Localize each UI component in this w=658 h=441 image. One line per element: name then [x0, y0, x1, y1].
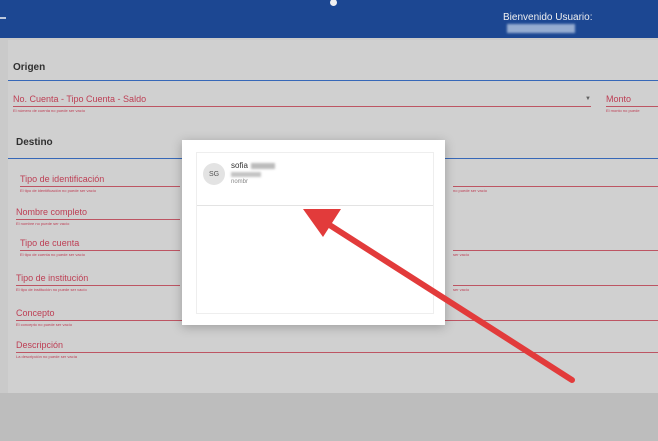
contact-subtitle-text: nombr — [231, 179, 249, 185]
amount-field-label: Monto — [606, 94, 632, 104]
contact-name: sofia — [231, 161, 275, 170]
right-field-2-error: ser vacío — [453, 252, 470, 257]
origen-title: Origen — [13, 62, 46, 73]
account-type-label: Tipo de cuenta — [20, 238, 80, 248]
institution-type-field[interactable]: Tipo de institución El tipo de instituci… — [16, 273, 180, 292]
right-field-3[interactable]: ser vacío — [453, 273, 658, 292]
list-divider — [197, 205, 433, 206]
right-field-2[interactable]: ser vacío — [453, 238, 658, 257]
account-select-error: El número de cuenta no puede ser vacío — [13, 108, 86, 113]
right-field-1[interactable]: no puede ser vacío — [453, 174, 658, 193]
contact-name-redacted — [250, 162, 275, 169]
full-name-label: Nombre completo — [16, 207, 88, 217]
contact-subtitle: nombr — [231, 172, 261, 185]
username-redacted — [507, 23, 575, 33]
amount-field-error: El monto no puede — [606, 108, 640, 113]
concept-label: Concepto — [16, 308, 55, 318]
origen-divider — [8, 80, 658, 81]
right-field-3-error: ser vacío — [453, 287, 470, 292]
avatar: SG — [203, 163, 225, 185]
welcome-text: Bienvenido Usuario: — [503, 12, 658, 34]
id-type-field[interactable]: Tipo de identificación El tipo de identi… — [20, 174, 180, 193]
description-label: Descripción — [16, 340, 64, 350]
chevron-down-icon: ▼ — [585, 96, 591, 102]
id-type-label: Tipo de identificación — [20, 174, 105, 184]
contact-list: SG sofia nombr — [196, 152, 434, 314]
contact-name-text: sofia — [231, 161, 248, 170]
bottom-bar — [0, 393, 658, 441]
description-error: La descripción no puede ser vacía — [16, 354, 77, 359]
welcome-label: Bienvenido Usuario: — [503, 12, 593, 23]
account-type-error: El tipo de cuenta no puede ser vacío — [20, 252, 85, 257]
menu-icon[interactable] — [0, 17, 6, 19]
destino-title: Destino — [16, 137, 53, 148]
contact-subtitle-redacted — [231, 172, 261, 177]
camera-notch — [330, 0, 337, 6]
institution-type-error: El tipo de institución no puede ser vací… — [16, 287, 87, 292]
contact-picker-dialog: SG sofia nombr — [182, 140, 445, 325]
concept-error: El concepto no puede ser vacío — [16, 322, 73, 327]
full-name-field[interactable]: Nombre completo El nombre no puede ser v… — [16, 207, 180, 226]
id-type-error: El tipo de identificación no puede ser v… — [20, 188, 97, 193]
account-type-field[interactable]: Tipo de cuenta El tipo de cuenta no pued… — [20, 238, 180, 257]
top-app-bar: Bienvenido Usuario: — [0, 0, 658, 38]
institution-type-label: Tipo de institución — [16, 273, 89, 283]
account-select[interactable]: No. Cuenta - Tipo Cuenta - Saldo ▼ El nú… — [13, 90, 591, 113]
amount-field[interactable]: Monto El monto no puede — [606, 90, 658, 113]
account-select-label: No. Cuenta - Tipo Cuenta - Saldo — [13, 94, 147, 104]
description-field[interactable]: Descripción La descripción no puede ser … — [16, 340, 658, 359]
full-name-error: El nombre no puede ser vacío — [16, 221, 70, 226]
right-field-1-error: no puede ser vacío — [453, 188, 488, 193]
